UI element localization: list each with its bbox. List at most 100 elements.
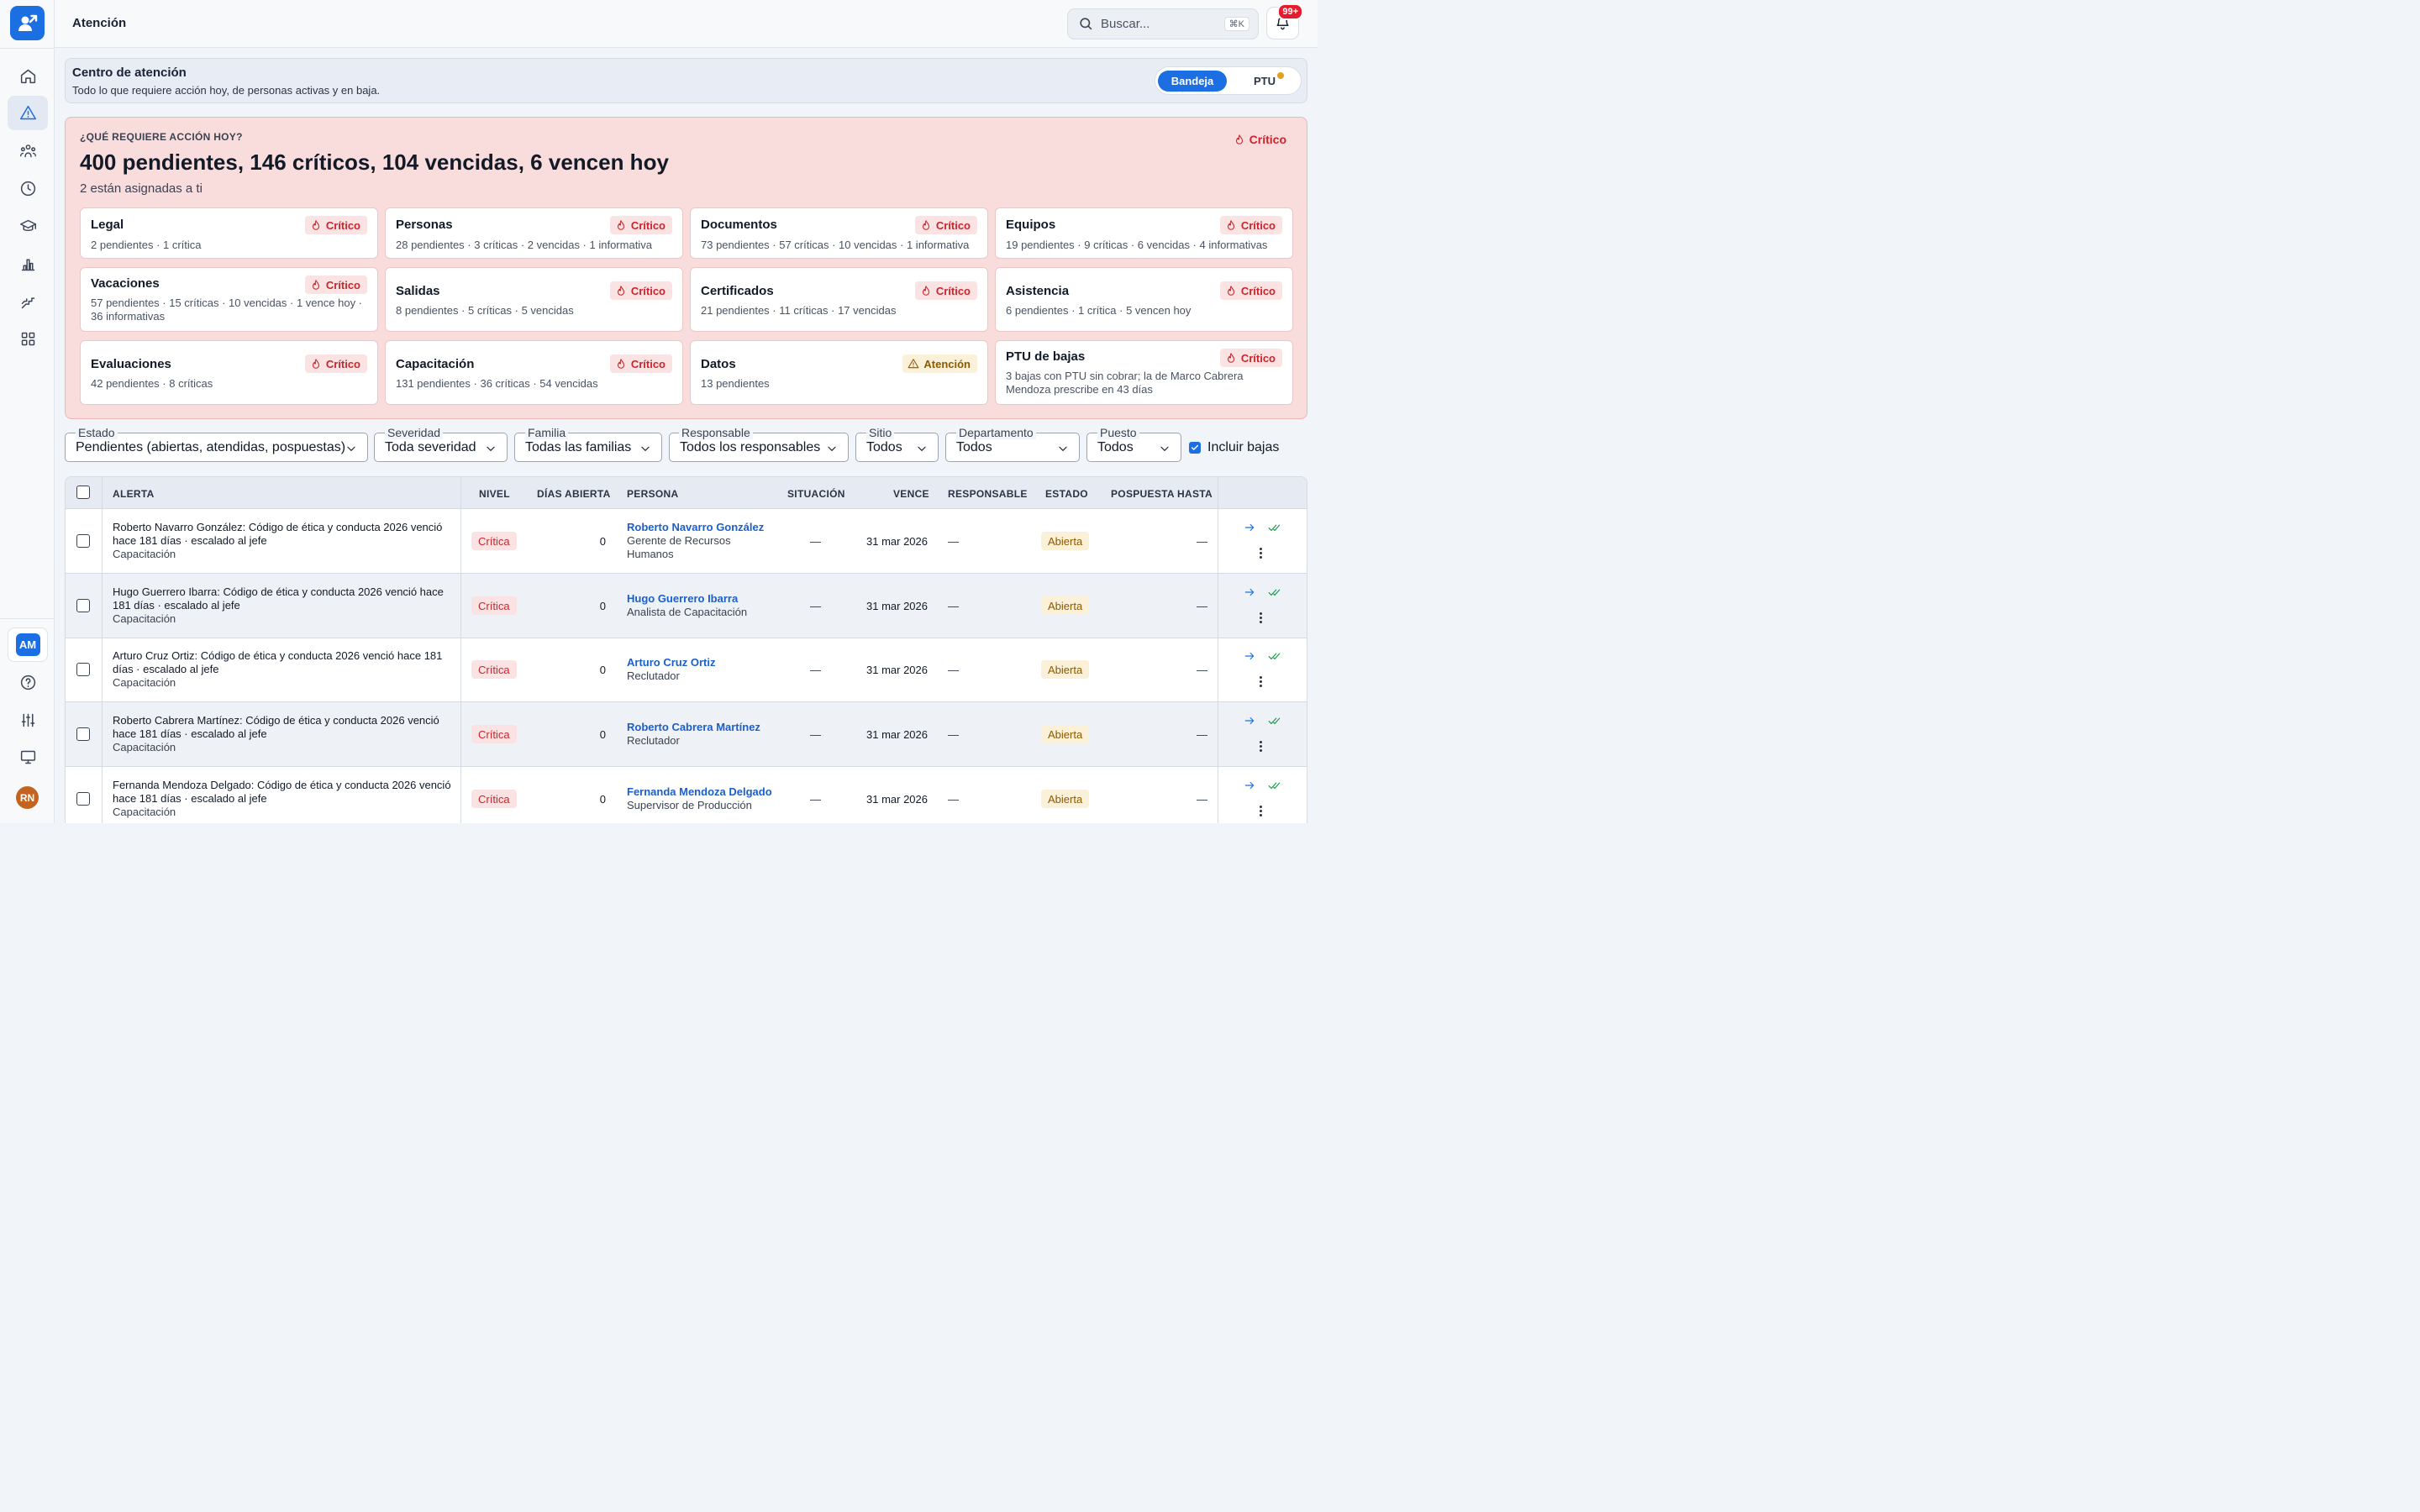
alert-title[interactable]: Hugo Guerrero Ibarra: Código de ética y …	[113, 585, 453, 612]
category-card[interactable]: Certificados 21 pendientes · 11 críticas …	[690, 267, 988, 332]
summary-severity-badge: Crítico	[1234, 133, 1286, 146]
row-checkbox[interactable]	[76, 792, 90, 806]
col-situacion[interactable]: SITUACIÓN	[787, 488, 845, 500]
column-divider	[102, 477, 103, 823]
category-card[interactable]: Evaluaciones 42 pendientes · 8 críticas Cr…	[80, 340, 378, 405]
open-arrow-icon[interactable]	[1244, 715, 1255, 727]
flame-icon	[617, 220, 624, 230]
category-card[interactable]: Equipos 19 pendientes · 9 críticas · 6 ve…	[995, 207, 1293, 259]
top-bar: Atención Buscar... ⌘K 99+	[55, 0, 1318, 48]
person-link[interactable]: Roberto Navarro González	[627, 521, 764, 533]
filter-puesto-value: Todos	[1097, 439, 1134, 454]
row-checkbox[interactable]	[76, 727, 90, 741]
flame-icon	[312, 220, 319, 230]
severity-label: Crítico	[325, 357, 360, 370]
graduation-icon	[19, 219, 36, 232]
level-badge: Crítica	[471, 790, 517, 808]
category-card[interactable]: Asistencia 6 pendientes · 1 crítica · 5 v…	[995, 267, 1293, 332]
toggle-bandeja[interactable]: Bandeja	[1158, 71, 1227, 92]
user-avatar[interactable]: RN	[16, 786, 39, 809]
more-options-icon[interactable]	[1260, 548, 1263, 560]
person-role: Analista de Capacitación	[627, 606, 748, 618]
notifications-button[interactable]: 99+	[1266, 3, 1303, 39]
sidebar-item-people[interactable]	[8, 134, 48, 168]
sidebar-item-help[interactable]	[8, 665, 48, 700]
more-options-icon[interactable]	[1260, 612, 1263, 625]
open-arrow-icon[interactable]	[1244, 780, 1255, 791]
category-card[interactable]: Legal 2 pendientes · 1 crítica Crítico	[80, 207, 378, 259]
alert-title[interactable]: Arturo Cruz Ortiz: Código de ética y con…	[113, 649, 453, 676]
severity-badge: Crítico	[609, 354, 672, 373]
summary-assigned: 2 están asignadas a ti	[80, 181, 203, 196]
status-badge: Abierta	[1041, 790, 1090, 808]
include-inactive-checkbox[interactable]	[1189, 442, 1201, 454]
row-checkbox[interactable]	[76, 599, 90, 612]
category-title: Asistencia	[1006, 284, 1070, 298]
col-alerta[interactable]: ALERTA	[113, 488, 155, 500]
alerts-table: ALERTA NIVEL DÍAS ABIERTA PERSONA SITUAC…	[65, 476, 1307, 823]
section-title: Centro de atención	[72, 66, 187, 80]
sidebar-item-training[interactable]	[8, 209, 48, 244]
days-open: 0	[599, 793, 606, 806]
alert-title[interactable]: Roberto Cabrera Martínez: Código de étic…	[113, 714, 453, 741]
sidebar-item-reports[interactable]	[8, 247, 48, 281]
alert-title[interactable]: Roberto Navarro González: Código de étic…	[113, 521, 453, 548]
category-card[interactable]: Personas 28 pendientes · 3 críticas · 2 v…	[385, 207, 683, 259]
more-options-icon[interactable]	[1260, 806, 1263, 818]
person-link[interactable]: Roberto Cabrera Martínez	[627, 721, 760, 733]
category-summary: 42 pendientes · 8 críticas	[91, 377, 213, 390]
double-check-icon[interactable]	[1268, 780, 1281, 791]
more-options-icon[interactable]	[1260, 676, 1263, 689]
sidebar-item-apps[interactable]	[8, 322, 48, 356]
col-responsable[interactable]: RESPONSABLE	[948, 488, 1028, 500]
sidebar-item-alerts[interactable]	[8, 96, 48, 130]
row-checkbox[interactable]	[76, 663, 90, 676]
sidebar-item-attendance[interactable]	[8, 171, 48, 206]
sidebar-item-home[interactable]	[8, 59, 48, 93]
more-options-icon[interactable]	[1260, 741, 1263, 753]
category-card[interactable]: Salidas 8 pendientes · 5 críticas · 5 ven…	[385, 267, 683, 332]
open-arrow-icon[interactable]	[1244, 586, 1255, 598]
category-card[interactable]: PTU de bajas 3 bajas con PTU sin cobrar; …	[995, 340, 1293, 405]
person-link[interactable]: Arturo Cruz Ortiz	[627, 656, 715, 669]
table-row[interactable]: Arturo Cruz Ortiz: Código de ética y con…	[66, 638, 1307, 702]
category-card[interactable]: Vacaciones 57 pendientes · 15 críticas · …	[80, 267, 378, 332]
sidebar-item-settings[interactable]	[8, 703, 48, 738]
open-arrow-icon[interactable]	[1244, 650, 1255, 662]
double-check-icon[interactable]	[1268, 586, 1281, 598]
table-row[interactable]: Roberto Navarro González: Código de étic…	[66, 509, 1307, 574]
alert-title[interactable]: Fernanda Mendoza Delgado: Código de étic…	[113, 779, 453, 806]
sidebar-item-org[interactable]	[8, 285, 48, 319]
open-arrow-icon[interactable]	[1244, 522, 1255, 533]
col-estado[interactable]: ESTADO	[1045, 488, 1088, 500]
due-date: 31 mar 2026	[866, 600, 928, 612]
app-logo[interactable]	[10, 6, 45, 40]
double-check-icon[interactable]	[1268, 650, 1281, 662]
col-persona[interactable]: PERSONA	[627, 488, 678, 500]
chevron-down-icon	[641, 446, 650, 451]
table-row[interactable]: Roberto Cabrera Martínez: Código de étic…	[66, 702, 1307, 767]
double-check-icon[interactable]	[1268, 715, 1281, 727]
category-card[interactable]: Capacitación 131 pendientes · 36 críticas…	[385, 340, 683, 405]
filter-estado-value: Pendientes (abiertas, atendidas, pospues…	[76, 439, 346, 454]
col-vence[interactable]: VENCE	[893, 488, 929, 500]
sidebar: AM RN	[0, 0, 55, 823]
col-nivel[interactable]: NIVEL	[479, 488, 510, 500]
col-pospuesta[interactable]: POSPUESTA HASTA	[1111, 488, 1213, 500]
severity-badge: Crítico	[304, 216, 367, 234]
workspace-switcher[interactable]: AM	[8, 627, 48, 662]
person-link[interactable]: Fernanda Mendoza Delgado	[627, 785, 772, 798]
include-inactive-toggle[interactable]: Incluir bajas	[1189, 440, 1279, 455]
category-card[interactable]: Documentos 73 pendientes · 57 críticas · …	[690, 207, 988, 259]
search-placeholder: Buscar...	[1101, 17, 1150, 31]
table-row[interactable]: Fernanda Mendoza Delgado: Código de étic…	[66, 767, 1307, 823]
search-input[interactable]: Buscar... ⌘K	[1067, 8, 1259, 39]
table-row[interactable]: Hugo Guerrero Ibarra: Código de ética y …	[66, 574, 1307, 638]
col-dias[interactable]: DÍAS ABIERTA	[537, 488, 611, 500]
double-check-icon[interactable]	[1268, 522, 1281, 533]
person-link[interactable]: Hugo Guerrero Ibarra	[627, 592, 738, 605]
select-all-checkbox[interactable]	[76, 486, 90, 499]
sidebar-item-display[interactable]	[8, 740, 48, 774]
row-checkbox[interactable]	[76, 534, 90, 548]
category-card[interactable]: Datos 13 pendientes Atención	[690, 340, 988, 405]
